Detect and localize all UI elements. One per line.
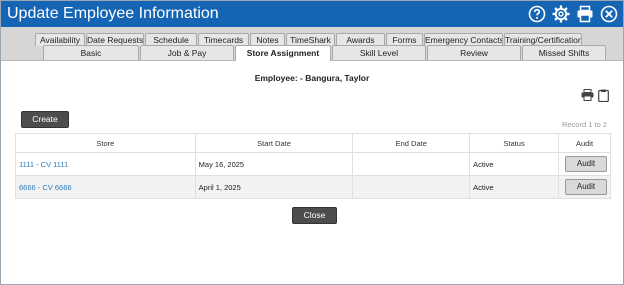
start-date-cell: May 16, 2025 [194,152,354,176]
column-header-audit: Audit [558,133,611,153]
gear-icon[interactable] [551,4,571,24]
audit-button[interactable]: Audit [565,156,607,172]
column-header-start-date[interactable]: Start Date [194,133,354,153]
employee-name: Employee: - Bangura, Taylor [254,73,370,83]
title-icons [527,4,619,24]
column-header-store[interactable]: Store [15,133,196,153]
print-icon[interactable] [581,89,594,102]
audit-cell: Audit [558,175,611,199]
panel-tools [581,89,609,102]
audit-button[interactable]: Audit [565,179,607,195]
store-assignment-table: Store Start Date End Date Status Audit 1… [15,133,611,199]
tab-job-pay[interactable]: Job & Pay [140,45,234,60]
store-assignment-panel: Employee: - Bangura, Taylor Create Recor… [1,61,623,284]
close-button[interactable]: Close [292,207,337,224]
tab-skill-level[interactable]: Skill Level [332,45,426,60]
tab-missed-shifts[interactable]: Missed Shifts [522,45,606,60]
create-button[interactable]: Create [21,111,69,128]
end-date-cell [352,152,471,176]
tab-row-bottom: Basic Job & Pay Store Assignment Skill L… [43,45,606,61]
tab-basic[interactable]: Basic [43,45,139,60]
record-count: Record 1 to 2 [561,120,607,129]
update-employee-window: Update Employee Information Availability… [0,0,624,285]
column-header-status[interactable]: Status [469,133,559,153]
table-row: 6666 - CV 6666 April 1, 2025 Active Audi… [15,175,611,199]
store-link[interactable]: 6666 - CV 6666 [15,175,196,199]
audit-cell: Audit [558,152,611,176]
table-header-row: Store Start Date End Date Status Audit [15,133,611,153]
status-cell: Active [469,152,559,176]
print-icon[interactable] [575,4,595,24]
store-link[interactable]: 1111 - CV 1111 [15,152,196,176]
tab-strip: Availability Date Requests Schedule Time… [1,27,623,61]
tab-review[interactable]: Review [427,45,521,60]
status-cell: Active [469,175,559,199]
close-icon[interactable] [599,4,619,24]
clipboard-icon[interactable] [598,89,609,102]
end-date-cell [352,175,471,199]
help-icon[interactable] [527,4,547,24]
title-bar: Update Employee Information [1,1,623,27]
window-title: Update Employee Information [7,5,219,22]
table-row: 1111 - CV 1111 May 16, 2025 Active Audit [15,152,611,176]
start-date-cell: April 1, 2025 [194,175,354,199]
tab-store-assignment[interactable]: Store Assignment [235,45,331,61]
column-header-end-date[interactable]: End Date [352,133,471,153]
